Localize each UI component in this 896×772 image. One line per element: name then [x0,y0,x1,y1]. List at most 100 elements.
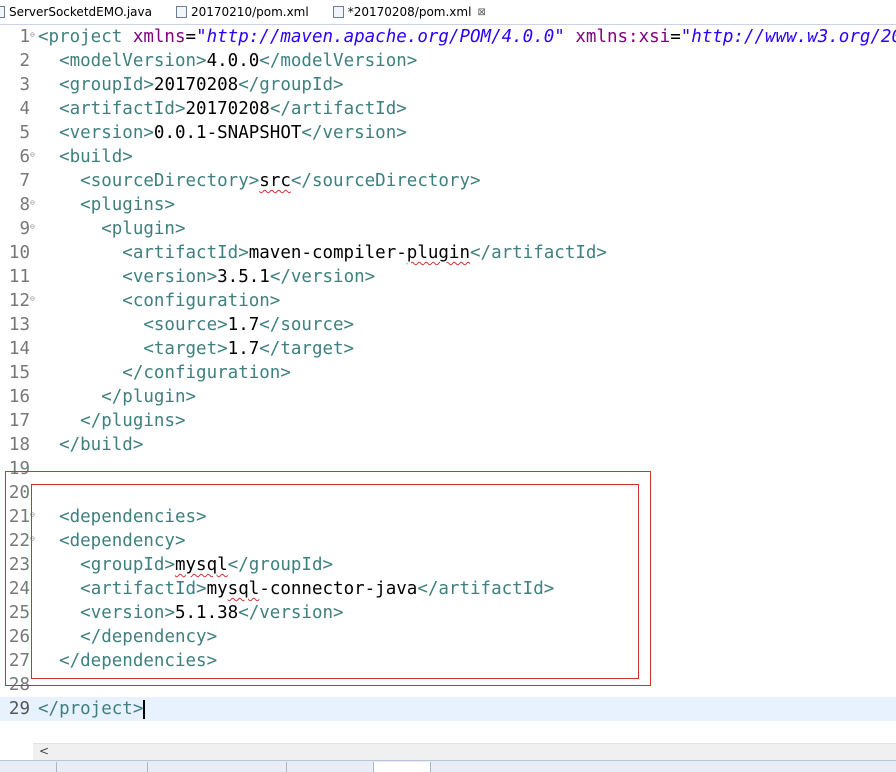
code-token: xmlns:xsi [575,27,671,47]
horizontal-scrollbar[interactable]: < [33,743,896,761]
line-number: 20 [8,483,30,503]
code-line[interactable]: 10 <artifactId>maven-compiler-plugin</ar… [0,241,896,265]
line-number: 19 [8,459,30,479]
line-number: 25 [8,603,30,623]
code-token: 0.0.1-SNAPSHOT [153,123,302,143]
code-text: <configuration> [38,289,280,313]
code-line[interactable]: 12 ⊖ <configuration> [0,289,896,313]
code-line[interactable]: 4 <artifactId>20170208</artifactId> [0,97,896,121]
xml-file-icon [176,6,187,18]
code-token: src [259,171,291,191]
editor-tab-label: 20170210/pom.xml [191,5,309,19]
close-tab-icon[interactable]: ⊠ [477,7,485,18]
code-token: plugin [406,243,470,263]
line-number: 2 [19,51,30,71]
code-text: <source>1.7</source> [38,313,354,337]
code-token: </version> [269,267,376,287]
code-token: </source> [259,315,355,335]
editor-bottom-tabs [0,760,896,772]
code-line[interactable]: 24 <artifactId>mysql-connector-java</art… [0,577,896,601]
code-token: 3.5.1 [217,267,270,287]
code-token: </plugin> [101,387,197,407]
code-line[interactable]: 27 </dependencies> [0,649,896,673]
code-line[interactable]: 19 [0,457,896,481]
line-number: 6 [19,147,30,167]
code-token: </plugins> [80,411,186,431]
editor-tab-label: *20170208/pom.xml [347,5,472,19]
code-line[interactable]: 26 </dependency> [0,625,896,649]
editor-tab[interactable]: *20170208/pom.xml ⊠ [332,0,496,24]
scroll-left-icon[interactable]: < [39,744,49,758]
code-line[interactable]: 6 ⊖ <build> [0,145,896,169]
line-number: 23 [8,555,30,575]
code-token: mysql [174,555,228,575]
code-line[interactable]: 2 <modelVersion>4.0.0</modelVersion> [0,49,896,73]
code-text: <sourceDirectory>src</sourceDirectory> [38,169,480,193]
code-token: </configuration> [122,363,291,383]
code-line[interactable]: 18 </build> [0,433,896,457]
code-token: </artifactId> [269,99,407,119]
code-line[interactable]: 22 ⊖ <dependency> [0,529,896,553]
code-line[interactable]: 5 <version>0.0.1-SNAPSHOT</version> [0,121,896,145]
code-line[interactable]: 3 <groupId>20170208</groupId> [0,73,896,97]
code-line[interactable]: 20 [0,481,896,505]
code-text: <modelVersion>4.0.0</modelVersion> [38,49,417,73]
code-line[interactable]: 1 ⊖ <project xmlns="http://maven.apache.or… [0,25,896,49]
code-line[interactable]: 29 </project> [0,697,896,721]
code-text: </build> [38,433,143,457]
code-text: <artifactId>maven-compiler-plugin</artif… [38,241,607,265]
code-line[interactable]: 8 ⊖ <plugins> [0,193,896,217]
code-line[interactable]: 16 </plugin> [0,385,896,409]
line-number: 12 [8,291,30,311]
code-token: <source> [143,315,228,335]
code-line[interactable]: 9 ⊖ <plugin> [0,217,896,241]
code-token: <target> [143,339,228,359]
code-token: sql [227,579,260,599]
code-line[interactable]: 15 </configuration> [0,361,896,385]
xml-editor[interactable]: 1 ⊖ <project xmlns="http://maven.apache.or… [0,25,896,743]
line-number: 3 [19,75,30,95]
editor-tab[interactable]: ServerSocketdEMO.java [0,0,162,24]
code-line[interactable]: 21 ⊖ <dependencies> [0,505,896,529]
code-token: <build> [59,147,133,167]
code-token: </version> [238,603,344,623]
code-line[interactable]: 25 <version>5.1.38</version> [0,601,896,625]
code-token: <plugins> [80,195,175,215]
code-token: 4.0.0 [206,51,260,71]
code-text: <version>3.5.1</version> [38,265,375,289]
code-line[interactable]: 13 <source>1.7</source> [0,313,896,337]
code-token: <groupId> [59,75,154,95]
code-token: my [206,579,228,599]
code-token: </artifactId> [417,579,555,599]
code-line[interactable]: 7 <sourceDirectory>src</sourceDirectory> [0,169,896,193]
code-text: </dependency> [38,625,217,649]
code-token: <artifactId> [59,99,186,119]
code-token: </modelVersion> [259,51,418,71]
line-number: 22 [8,531,30,551]
code-text: <plugins> [38,193,175,217]
code-line[interactable]: 17 </plugins> [0,409,896,433]
line-number: 16 [8,387,30,407]
code-text: </plugins> [38,409,186,433]
code-token: </target> [259,339,355,359]
line-number: 27 [8,651,30,671]
code-line[interactable]: 14 <target>1.7</target> [0,337,896,361]
line-number: 18 [8,435,30,455]
code-line[interactable]: 11 <version>3.5.1</version> [0,265,896,289]
code-token: <modelVersion> [59,51,207,71]
code-token: xmlns [132,27,186,47]
editor-tab[interactable]: 20170210/pom.xml [176,0,319,24]
code-line[interactable]: 28 [0,673,896,697]
code-line[interactable]: 23 <groupId>mysql</groupId> [0,553,896,577]
code-text: <target>1.7</target> [38,337,354,361]
